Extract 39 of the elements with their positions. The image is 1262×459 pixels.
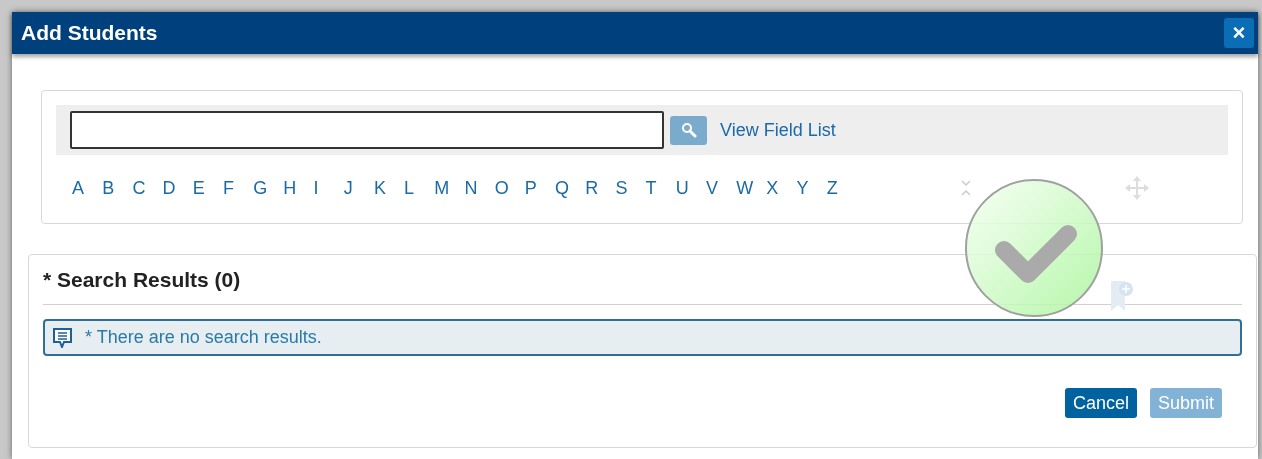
close-button[interactable]: ×	[1224, 18, 1254, 48]
dialog-title: Add Students	[21, 20, 158, 47]
letter-link[interactable]: W	[736, 174, 767, 202]
cancel-button[interactable]: Cancel	[1064, 388, 1137, 418]
letter-link[interactable]: B	[102, 174, 133, 202]
letter-link[interactable]: G	[253, 174, 284, 202]
letter-link[interactable]: I	[313, 174, 344, 202]
bookmark-plus-icon	[1109, 279, 1135, 313]
letter-link[interactable]: H	[283, 174, 314, 202]
letter-link[interactable]: R	[585, 174, 616, 202]
letter-link[interactable]: X	[766, 174, 797, 202]
letter-link[interactable]: O	[494, 174, 525, 202]
letter-link[interactable]: V	[705, 174, 737, 202]
no-results-message: * There are no search results.	[85, 326, 322, 349]
collapse-icon	[959, 179, 972, 197]
search-icon	[680, 122, 697, 138]
results-heading: * Search Results (0)	[43, 266, 241, 293]
letter-link[interactable]: C	[132, 174, 163, 202]
letter-link[interactable]: J	[343, 174, 374, 202]
search-field[interactable]	[70, 111, 664, 149]
letter-link[interactable]: Q	[555, 174, 586, 202]
letter-link[interactable]: Y	[796, 174, 827, 202]
letter-link[interactable]: F	[222, 174, 254, 202]
letter-link[interactable]: Z	[826, 174, 857, 202]
letter-link[interactable]: K	[373, 174, 405, 202]
move-icon	[1123, 175, 1150, 201]
letter-link[interactable]: L	[404, 174, 435, 202]
letter-link[interactable]: E	[192, 174, 223, 202]
letter-link[interactable]: U	[675, 174, 706, 202]
comment-icon	[53, 327, 72, 348]
letter-link[interactable]: M	[434, 174, 465, 202]
letter-link[interactable]: N	[464, 174, 495, 202]
view-field-list-link[interactable]: View Field List	[720, 116, 836, 144]
letter-link[interactable]: P	[524, 174, 555, 202]
letter-link[interactable]: S	[615, 174, 646, 202]
letter-link[interactable]: D	[162, 174, 193, 202]
letter-link[interactable]: A	[72, 174, 103, 202]
letter-link[interactable]: T	[645, 174, 676, 202]
checkmark-overlay-icon	[964, 178, 1104, 318]
